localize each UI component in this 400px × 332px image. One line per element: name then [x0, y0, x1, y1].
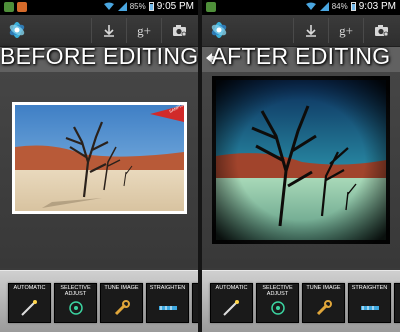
status-bar: 85% 9:05 PM — [0, 0, 198, 15]
battery-percent: 84% — [331, 2, 348, 11]
after-editing-title: AFTER EDITING — [211, 43, 391, 69]
tool-crop[interactable]: CR — [394, 283, 400, 323]
tool-label: AUTOMATIC — [13, 285, 46, 291]
edited-photo — [212, 76, 390, 244]
camera-button[interactable] — [161, 18, 196, 43]
tool-straighten[interactable]: STRAIGHTEN — [348, 283, 391, 323]
tool-selective-adjust[interactable]: SELECTIVE ADJUST — [256, 283, 299, 323]
wrench-icon — [114, 300, 130, 316]
tool-label: STRAIGHTEN — [149, 285, 186, 291]
battery-icon — [148, 2, 154, 11]
tool-selective-adjust[interactable]: SELECTIVE ADJUST — [54, 283, 97, 323]
after-editing-screen: 84% 9:03 PM g+ AFTER EDITING AUTOMATIC S… — [202, 0, 400, 332]
clock: 9:03 PM — [358, 1, 396, 12]
before-editing-screen: 85% 9:05 PM g+ BEFORE EDITING SAMPLE AUT… — [0, 0, 198, 332]
straighten-icon — [361, 306, 379, 310]
wifi-icon — [103, 2, 114, 10]
camera-button[interactable] — [363, 18, 398, 43]
signal-icon — [117, 2, 127, 11]
tool-automatic[interactable]: AUTOMATIC — [210, 283, 253, 323]
tool-label: AUTOMATIC — [215, 285, 248, 291]
magic-wand-icon — [223, 300, 239, 316]
notification-icons — [4, 2, 27, 12]
wrench-icon — [316, 300, 332, 316]
notification-icons — [206, 2, 216, 12]
before-editing-title: BEFORE EDITING — [0, 43, 198, 69]
tool-automatic[interactable]: AUTOMATIC — [8, 283, 51, 323]
notification-icon — [4, 2, 14, 12]
download-button[interactable] — [91, 18, 126, 43]
battery-icon — [350, 2, 356, 11]
app-logo-icon[interactable] — [208, 19, 230, 41]
google-plus-icon: g+ — [339, 22, 353, 38]
tool-tune-image[interactable]: TUNE IMAGE — [302, 283, 345, 323]
battery-percent: 85% — [129, 2, 146, 11]
download-icon — [104, 24, 114, 37]
google-plus-button[interactable]: g+ — [328, 18, 363, 43]
download-icon — [306, 24, 316, 37]
tool-label: TUNE IMAGE — [104, 285, 139, 291]
tool-label: STRAIGHTEN — [351, 285, 388, 291]
straighten-icon — [159, 306, 177, 310]
tool-label: CR — [395, 285, 400, 291]
tool-label: TUNE IMAGE — [306, 285, 341, 291]
tool-straighten[interactable]: STRAIGHTEN — [146, 283, 189, 323]
magic-wand-icon — [21, 300, 37, 316]
clock: 9:05 PM — [156, 1, 194, 12]
google-plus-button[interactable]: g+ — [126, 18, 161, 43]
notification-icon — [17, 2, 27, 12]
camera-icon — [374, 25, 388, 37]
signal-icon — [319, 2, 329, 11]
google-plus-icon: g+ — [137, 22, 151, 38]
tool-tune-image[interactable]: TUNE IMAGE — [100, 283, 143, 323]
selective-adjust-icon — [69, 301, 83, 315]
app-logo-icon[interactable] — [6, 19, 28, 41]
tool-label: SELECTIVE ADJUST — [262, 285, 293, 297]
notification-icon — [206, 2, 216, 12]
download-button[interactable] — [293, 18, 328, 43]
wifi-icon — [305, 2, 316, 10]
camera-icon — [172, 25, 186, 37]
selective-adjust-icon — [271, 301, 285, 315]
status-bar: 84% 9:03 PM — [202, 0, 400, 15]
sample-photo: SAMPLE IMAGE — [12, 102, 187, 214]
tool-label: SELECTIVE ADJUST — [60, 285, 91, 297]
